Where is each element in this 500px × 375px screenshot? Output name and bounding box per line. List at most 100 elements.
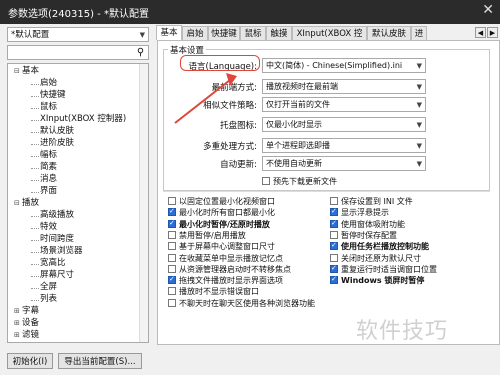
tree-item[interactable]: 高级播放 xyxy=(40,210,74,221)
collapse-icon[interactable]: ⊟ xyxy=(14,66,22,77)
checkbox-unchecked-icon xyxy=(168,242,176,251)
tree-scrollbar[interactable] xyxy=(139,64,148,342)
expand-icon[interactable]: ⊞ xyxy=(14,306,22,317)
option-checkbox[interactable]: Windows 锁屏时暂停 xyxy=(330,274,424,286)
export-config-button[interactable]: 导出当前配置(S)... xyxy=(58,353,142,369)
field-select[interactable]: 仅打开当前的文件 ▼ xyxy=(262,97,426,112)
tab-scroll-right-icon[interactable]: ▶ xyxy=(487,27,498,38)
tab-3[interactable]: 鼠标 xyxy=(240,26,266,40)
predownload-checkbox[interactable]: 预先下载更新文件 xyxy=(262,176,337,187)
tree-item[interactable]: 界面 xyxy=(40,186,57,197)
close-icon[interactable]: ✕ xyxy=(482,2,494,18)
tree-item[interactable]: ⊟ 播放 xyxy=(14,198,39,209)
chevron-down-icon: ▼ xyxy=(416,160,422,168)
tab-0[interactable]: 基本 xyxy=(156,25,182,40)
field-select[interactable]: 播放视频时在最前端 ▼ xyxy=(262,79,426,94)
option-checkbox[interactable]: 在收藏菜单中显示播放记忆点 xyxy=(168,253,283,264)
tree-item-label: 场景浏览器 xyxy=(40,246,83,256)
option-checkbox[interactable]: 禁用暂停/启用播放 xyxy=(168,230,246,241)
option-checkbox[interactable]: 最小化时所有窗口都最小化 xyxy=(168,206,275,218)
checkbox-checked-icon xyxy=(330,274,338,285)
tree-connector xyxy=(31,240,39,241)
option-checkbox[interactable]: 显示浮悬提示 xyxy=(330,206,389,218)
field-label: 多重处理方式: xyxy=(203,142,257,152)
tree-item-label: 高级播放 xyxy=(40,210,75,220)
tree-item[interactable]: ⊞ 字幕 xyxy=(14,306,39,317)
option-checkbox[interactable]: 播放时不显示错误窗口 xyxy=(168,286,259,297)
chevron-down-icon: ▼ xyxy=(416,101,422,109)
tree-connector xyxy=(31,216,39,217)
reset-button[interactable]: 初始化(I) xyxy=(7,353,53,369)
tree-item[interactable]: 鼠标 xyxy=(40,102,57,113)
tree-item[interactable]: ⊟ 基本 xyxy=(14,66,39,77)
tree-connector xyxy=(31,120,39,121)
tree-item[interactable]: 进阶皮肤 xyxy=(40,138,74,149)
tab-1[interactable]: 启始 xyxy=(182,26,208,40)
option-checkbox[interactable]: 使用窗体吸附功能 xyxy=(330,218,405,230)
option-checkbox[interactable]: 以固定位置最小化视频窗口 xyxy=(168,196,275,207)
collapse-icon[interactable]: ⊟ xyxy=(14,198,22,209)
tree-item[interactable]: ⊞ 设备 xyxy=(14,318,39,329)
field-select[interactable]: 单个进程即选即播 ▼ xyxy=(262,138,426,153)
tree-connector xyxy=(31,276,39,277)
option-checkbox[interactable]: 拖拽文件播放时显示界面选项 xyxy=(168,274,283,286)
tree-item[interactable]: XInput(XBOX 控制器) xyxy=(40,114,126,125)
tree-item-label: 基本 xyxy=(22,66,40,76)
checkbox-unchecked-icon xyxy=(168,253,176,262)
option-label: 不聊天时在聊天区使用各种浏览器功能 xyxy=(179,298,315,308)
tree-item[interactable]: 宽高比 xyxy=(40,258,66,269)
preset-select[interactable]: *默认配置 ▼ xyxy=(7,27,149,42)
option-label: 从资源管理器启动时不转移焦点 xyxy=(179,264,291,274)
option-checkbox[interactable]: 重复运行时适当调窗口位置 xyxy=(330,263,437,275)
tree-item-label: 进阶皮肤 xyxy=(40,138,75,148)
field-value: 播放视频时在最前端 xyxy=(266,82,338,91)
tree-connector xyxy=(31,192,39,193)
field-select[interactable]: 不使用自动更新 ▼ xyxy=(262,156,426,171)
tab-7[interactable]: 进 xyxy=(411,26,427,40)
option-checkbox[interactable]: 保存设置到 INI 文件 xyxy=(330,196,413,207)
tree-item-label: 播放 xyxy=(22,198,40,208)
tab-bar: 基本启始快捷键鼠标触摸XInput(XBOX 控制器)默认皮肤进 xyxy=(156,25,500,53)
tree-item[interactable]: 场景浏览器 xyxy=(40,246,83,257)
expand-icon[interactable]: ⊞ xyxy=(14,330,22,341)
option-checkbox[interactable]: 不聊天时在聊天区使用各种浏览器功能 xyxy=(168,298,315,309)
search-input[interactable]: ⚲ xyxy=(7,45,149,60)
option-checkbox[interactable]: 关闭时还原为默认尺寸 xyxy=(330,253,421,264)
tree-item[interactable]: 启始 xyxy=(40,78,57,89)
tree-item[interactable]: 时间跨度 xyxy=(40,234,74,245)
tree-item[interactable]: 特效 xyxy=(40,222,57,233)
tree-item[interactable]: 消息 xyxy=(40,174,57,185)
tree-item-label: 全屏 xyxy=(40,282,58,292)
tree-item[interactable]: 快捷键 xyxy=(40,90,66,101)
magnifier-icon[interactable]: ⚲ xyxy=(134,46,147,59)
tab-4[interactable]: 触摸 xyxy=(266,26,292,40)
tree-item-label: 滤镜 xyxy=(22,330,40,340)
expand-icon[interactable]: ⊞ xyxy=(14,318,22,329)
field-select[interactable]: 仅最小化时显示 ▼ xyxy=(262,117,426,132)
option-checkbox[interactable]: 从资源管理器启动时不转移焦点 xyxy=(168,264,291,275)
tree-item[interactable]: 全屏 xyxy=(40,282,57,293)
option-checkbox[interactable]: 最小化时暂停/还原时播放 xyxy=(168,218,270,230)
chevron-down-icon: ▼ xyxy=(416,62,422,70)
tab-5[interactable]: XInput(XBOX 控制器) xyxy=(292,26,367,53)
option-label: 使用窗体吸附功能 xyxy=(341,219,405,229)
option-checkbox[interactable]: 暂停时保存配置 xyxy=(330,230,397,241)
tree-item[interactable]: 简素 xyxy=(40,162,57,173)
tree-item[interactable]: 列表 xyxy=(40,294,57,305)
tree-item[interactable]: ⊞ 滤镜 xyxy=(14,330,39,341)
option-checkbox[interactable]: 基于屏幕中心调整窗口尺寸 xyxy=(168,241,275,252)
tree-item[interactable]: 屏幕尺寸 xyxy=(40,270,74,281)
option-label: 基于屏幕中心调整窗口尺寸 xyxy=(179,242,275,252)
option-checkbox[interactable]: 使用任务栏播放控制功能 xyxy=(330,240,429,252)
preset-value: *默认配置 xyxy=(11,30,50,40)
tree-connector xyxy=(31,132,39,133)
field-value: 仅最小化时显示 xyxy=(266,120,322,129)
tab-6[interactable]: 默认皮肤 xyxy=(367,26,411,40)
category-tree[interactable]: ⊟ 基本 启始 快捷键 鼠标 XInput(XBOX 控制器) 默认皮肤 进阶皮肤 幅标 简素 消息… xyxy=(7,63,149,343)
tab-2[interactable]: 快捷键 xyxy=(208,26,240,40)
tree-item[interactable]: 默认皮肤 xyxy=(40,126,74,137)
tree-item-label: 界面 xyxy=(40,186,58,196)
field-select[interactable]: 中文(简体) - Chinese(Simplified).ini ▼ xyxy=(262,58,426,73)
tab-scroll-left-icon[interactable]: ◀ xyxy=(475,27,486,38)
tree-item[interactable]: 幅标 xyxy=(40,150,57,161)
